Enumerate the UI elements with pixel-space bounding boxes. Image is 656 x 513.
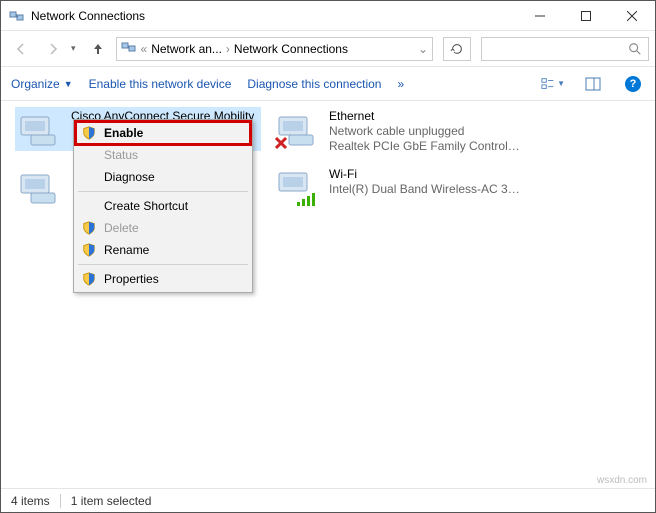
address-icon xyxy=(121,39,137,58)
app-icon xyxy=(9,8,25,24)
ctx-create-shortcut-label: Create Shortcut xyxy=(104,199,188,213)
help-button[interactable]: ? xyxy=(621,72,645,96)
help-icon: ? xyxy=(625,76,641,92)
adapter-item-wifi[interactable]: Wi-Fi Intel(R) Dual Band Wireless-AC 31.… xyxy=(273,165,523,209)
status-item-count: 4 items xyxy=(11,494,50,508)
overflow-button[interactable]: » xyxy=(397,77,404,91)
ctx-enable[interactable]: Enable xyxy=(76,122,250,144)
diagnose-connection-button[interactable]: Diagnose this connection xyxy=(247,77,381,91)
shield-icon xyxy=(80,221,98,235)
wifi-adapter-icon xyxy=(275,167,323,207)
window: Network Connections ▾ « Network an... › … xyxy=(0,0,656,513)
network-adapter-icon xyxy=(17,167,65,207)
search-input[interactable] xyxy=(481,37,649,61)
adapter-name: Ethernet xyxy=(329,109,521,124)
error-overlay-icon xyxy=(273,135,289,151)
back-button[interactable] xyxy=(7,35,35,63)
adapter-item-hidden[interactable] xyxy=(15,165,75,209)
up-button[interactable] xyxy=(84,35,112,63)
close-button[interactable] xyxy=(609,1,655,31)
preview-pane-button[interactable] xyxy=(581,72,605,96)
address-bar[interactable]: « Network an... › Network Connections ⌄ xyxy=(116,37,433,61)
breadcrumb-seg-2[interactable]: Network Connections xyxy=(234,42,348,56)
status-divider xyxy=(60,494,61,508)
shield-icon xyxy=(80,272,98,286)
status-selection: 1 item selected xyxy=(71,494,152,508)
ctx-rename[interactable]: Rename xyxy=(76,239,250,261)
network-adapter-icon xyxy=(17,109,65,149)
enable-device-button[interactable]: Enable this network device xyxy=(89,77,232,91)
titlebar: Network Connections xyxy=(1,1,655,31)
adapter-device: Intel(R) Dual Band Wireless-AC 31... xyxy=(329,182,521,197)
chevron-right-icon: › xyxy=(226,42,230,56)
breadcrumb-seg-1[interactable]: Network an... xyxy=(151,42,222,56)
network-adapter-icon xyxy=(275,109,323,149)
adapter-device: Realtek PCIe GbE Family Controller xyxy=(329,139,521,154)
ctx-diagnose[interactable]: Diagnose xyxy=(76,166,250,188)
ctx-status: Status xyxy=(76,144,250,166)
maximize-button[interactable] xyxy=(563,1,609,31)
content-area[interactable]: Cisco AnyConnect Secure Mobility Etherne… xyxy=(1,101,655,488)
ctx-rename-label: Rename xyxy=(104,243,149,257)
ctx-separator xyxy=(78,191,248,192)
ctx-properties-label: Properties xyxy=(104,272,159,286)
breadcrumb-sep-icon: « xyxy=(141,42,148,56)
view-options-button[interactable]: ▼ xyxy=(541,72,565,96)
ctx-delete: Delete xyxy=(76,217,250,239)
organize-menu[interactable]: Organize▼ xyxy=(11,77,73,91)
context-menu: Enable Status Diagnose Create Shortcut D… xyxy=(73,119,253,293)
chevron-down-icon[interactable]: ⌄ xyxy=(418,42,428,56)
organize-label: Organize xyxy=(11,77,60,91)
signal-bars-icon xyxy=(297,191,313,207)
ctx-diagnose-label: Diagnose xyxy=(104,170,155,184)
ctx-properties[interactable]: Properties xyxy=(76,268,250,290)
ctx-enable-label: Enable xyxy=(104,126,143,140)
ctx-separator xyxy=(78,264,248,265)
adapter-status: Network cable unplugged xyxy=(329,124,521,139)
adapter-name: Wi-Fi xyxy=(329,167,521,182)
ctx-delete-label: Delete xyxy=(104,221,139,235)
shield-icon xyxy=(80,126,98,140)
minimize-button[interactable] xyxy=(517,1,563,31)
forward-button[interactable] xyxy=(39,35,67,63)
command-bar: Organize▼ Enable this network device Dia… xyxy=(1,67,655,101)
ctx-status-label: Status xyxy=(104,148,138,162)
ctx-create-shortcut[interactable]: Create Shortcut xyxy=(76,195,250,217)
adapter-item-ethernet[interactable]: Ethernet Network cable unplugged Realtek… xyxy=(273,107,523,156)
shield-icon xyxy=(80,243,98,257)
search-icon xyxy=(628,42,642,56)
navbar: ▾ « Network an... › Network Connections … xyxy=(1,31,655,67)
refresh-button[interactable] xyxy=(443,37,471,61)
history-dropdown-icon[interactable]: ▾ xyxy=(71,43,76,54)
watermark: wsxdn.com xyxy=(597,475,647,486)
window-title: Network Connections xyxy=(31,9,517,23)
status-bar: 4 items 1 item selected xyxy=(1,488,655,512)
